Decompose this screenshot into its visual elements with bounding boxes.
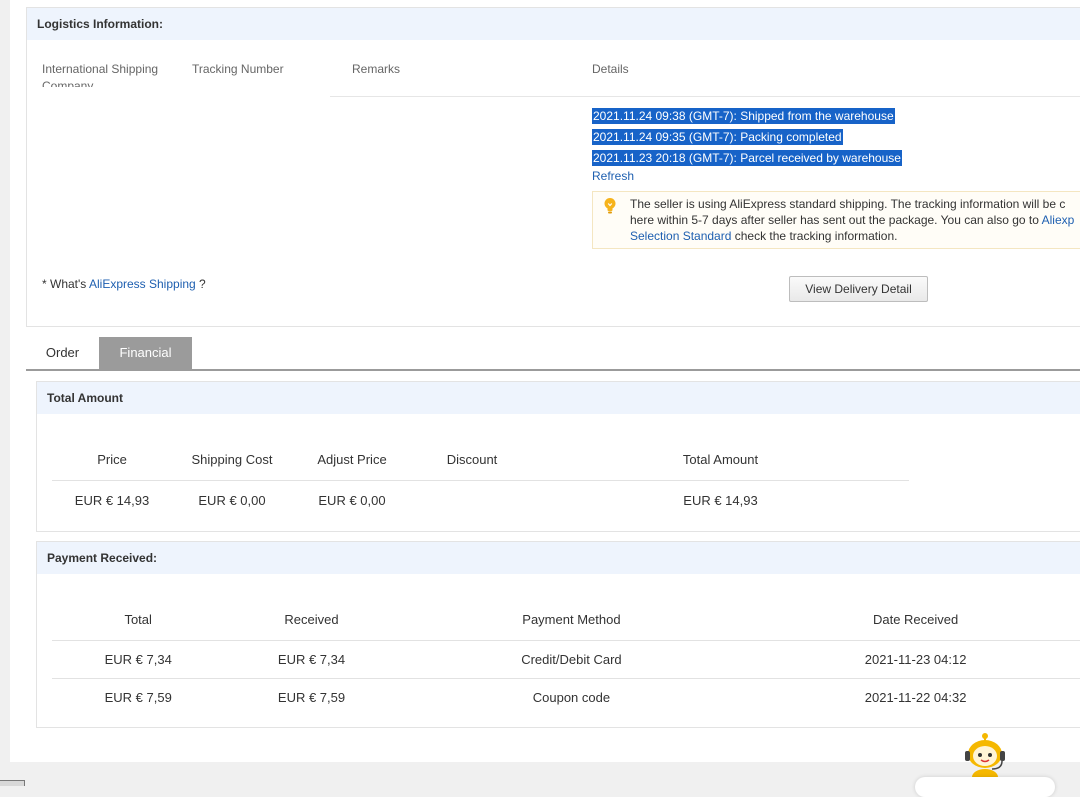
logistics-title: Logistics Information:: [27, 8, 1080, 40]
table-row: EUR € 14,93 EUR € 0,00 EUR € 0,00 EUR € …: [52, 481, 909, 520]
refresh-link[interactable]: Refresh: [592, 169, 634, 183]
total-amount-section: Total Amount Price Shipping Cost Adjust …: [36, 381, 1080, 532]
col-remarks: Remarks: [352, 62, 401, 76]
aliexpress-shipping-link[interactable]: AliExpress Shipping: [89, 277, 196, 291]
tabs-underline: [26, 369, 1080, 371]
details-divider: [330, 96, 1080, 97]
notice-text: The seller is using AliExpress standard …: [630, 197, 1075, 243]
logistics-section: Logistics Information: International Shi…: [26, 7, 1080, 327]
shipping-notice: The seller is using AliExpress standard …: [592, 191, 1080, 249]
tracking-events: 2021.11.24 09:38 (GMT-7): Shipped from t…: [592, 108, 902, 171]
bottom-floating-bar[interactable]: [915, 777, 1055, 797]
price-value: EUR € 14,93: [74, 492, 150, 508]
col-received: Received: [224, 599, 399, 641]
col-price: Price: [52, 439, 172, 481]
total-amount-table: Price Shipping Cost Adjust Price Discoun…: [52, 439, 909, 519]
col-tracking-number: Tracking Number: [192, 62, 284, 76]
col-total-amount: Total Amount: [532, 439, 909, 481]
table-header-row: Price Shipping Cost Adjust Price Discoun…: [52, 439, 909, 481]
aliexpress-selection-link[interactable]: Aliexp: [1042, 213, 1075, 227]
col-total: Total: [52, 599, 225, 641]
col-details: Details: [592, 62, 629, 76]
table-row: EUR € 7,34 EUR € 7,34 Credit/Debit Card …: [52, 640, 1080, 679]
order-detail-page: Logistics Information: International Shi…: [10, 0, 1080, 762]
payment-received-section: Payment Received: Total Received Payment…: [36, 541, 1080, 728]
tracking-event: 2021.11.24 09:38 (GMT-7): Shipped from t…: [592, 108, 895, 124]
discount-value: [412, 481, 532, 520]
col-adjust-price: Adjust Price: [292, 439, 412, 481]
tab-order[interactable]: Order: [26, 337, 99, 369]
tracking-event: 2021.11.24 09:35 (GMT-7): Packing comple…: [592, 129, 843, 145]
tab-financial[interactable]: Financial: [99, 337, 192, 369]
col-date-received: Date Received: [744, 599, 1080, 641]
table-row: EUR € 7,59 EUR € 7,59 Coupon code 2021-1…: [104, 690, 967, 705]
bottom-left-edge: [0, 780, 25, 786]
selection-standard-link[interactable]: Selection Standard: [630, 229, 731, 243]
adjust-price-value: EUR € 0,00: [318, 492, 386, 508]
view-delivery-detail-button[interactable]: View Delivery Detail: [789, 276, 928, 302]
col-discount: Discount: [412, 439, 532, 481]
col-international-shipping-company: International Shipping Company: [42, 62, 159, 87]
shipping-cost-value: EUR € 0,00: [198, 492, 266, 508]
total-amount-value: EUR € 14,93: [683, 492, 758, 508]
payment-table: Total Received Payment Method Date Recei…: [52, 599, 1080, 716]
tracking-event: 2021.11.23 20:18 (GMT-7): Parcel receive…: [592, 150, 902, 166]
payment-received-title: Payment Received:: [37, 542, 1080, 574]
col-payment-method: Payment Method: [398, 599, 745, 641]
table-header-row: Total Received Payment Method Date Recei…: [52, 599, 1080, 641]
lightbulb-icon: [604, 198, 616, 214]
detail-tabs: Order Financial: [26, 337, 1080, 370]
total-amount-title: Total Amount: [37, 382, 1080, 414]
whats-aliexpress-shipping: * What's AliExpress Shipping ?: [42, 277, 206, 291]
col-shipping-cost: Shipping Cost: [172, 439, 292, 481]
